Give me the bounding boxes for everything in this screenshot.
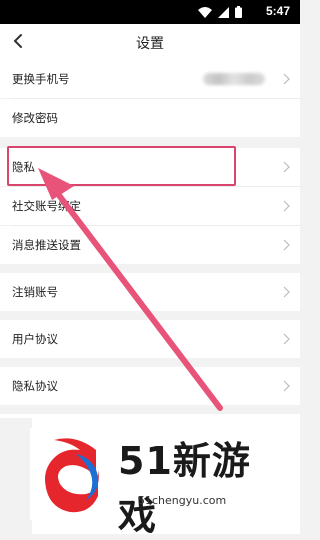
status-icons [198, 5, 242, 19]
bottom-left-strip [0, 418, 32, 534]
settings-item-privacy-policy[interactable]: 隐私协议 [0, 367, 300, 405]
settings-item-cancel-account[interactable]: 注销账号 [0, 273, 300, 311]
signal-icon [218, 6, 229, 18]
page-title: 设置 [136, 36, 164, 52]
battery-icon [235, 6, 242, 18]
chevron-right-icon [283, 73, 290, 85]
chevron-right-icon [283, 200, 290, 212]
settings-item-change-password[interactable]: 修改密码 [0, 99, 300, 137]
chevron-right-icon [283, 161, 290, 173]
settings-item-label: 修改密码 [12, 111, 58, 125]
chevron-right-icon [283, 286, 290, 298]
settings-item-label: 更换手机号 [12, 72, 70, 86]
settings-item-label: 消息推送设置 [12, 238, 81, 252]
chevron-right-icon [283, 333, 290, 345]
settings-item-push[interactable]: 消息推送设置 [0, 226, 300, 264]
chevron-right-icon [283, 380, 290, 392]
watermark-logo-icon [45, 438, 99, 513]
chevron-right-icon [283, 239, 290, 251]
app-header: 设置 [0, 24, 300, 60]
watermark-url: 51chengyu.com [138, 494, 227, 507]
settings-item-label: 用户协议 [12, 332, 58, 346]
settings-item-user-agreement[interactable]: 用户协议 [0, 320, 300, 358]
settings-item-label: 隐私协议 [12, 379, 58, 393]
phone-number-blurred [203, 73, 265, 85]
watermark-brand: 51新游戏 [118, 439, 251, 538]
highlight-box [7, 146, 236, 186]
watermark: 51新游戏 51chengyu.com [30, 428, 288, 538]
wifi-icon [198, 6, 212, 18]
settings-item-label: 注销账号 [12, 285, 58, 299]
settings-item-social-binding[interactable]: 社交账号绑定 [0, 187, 300, 225]
settings-item-change-phone[interactable]: 更换手机号 [0, 60, 300, 98]
status-time: 5:47 [265, 4, 290, 18]
status-bar: 5:47 [0, 0, 300, 24]
settings-item-label: 社交账号绑定 [12, 199, 81, 213]
